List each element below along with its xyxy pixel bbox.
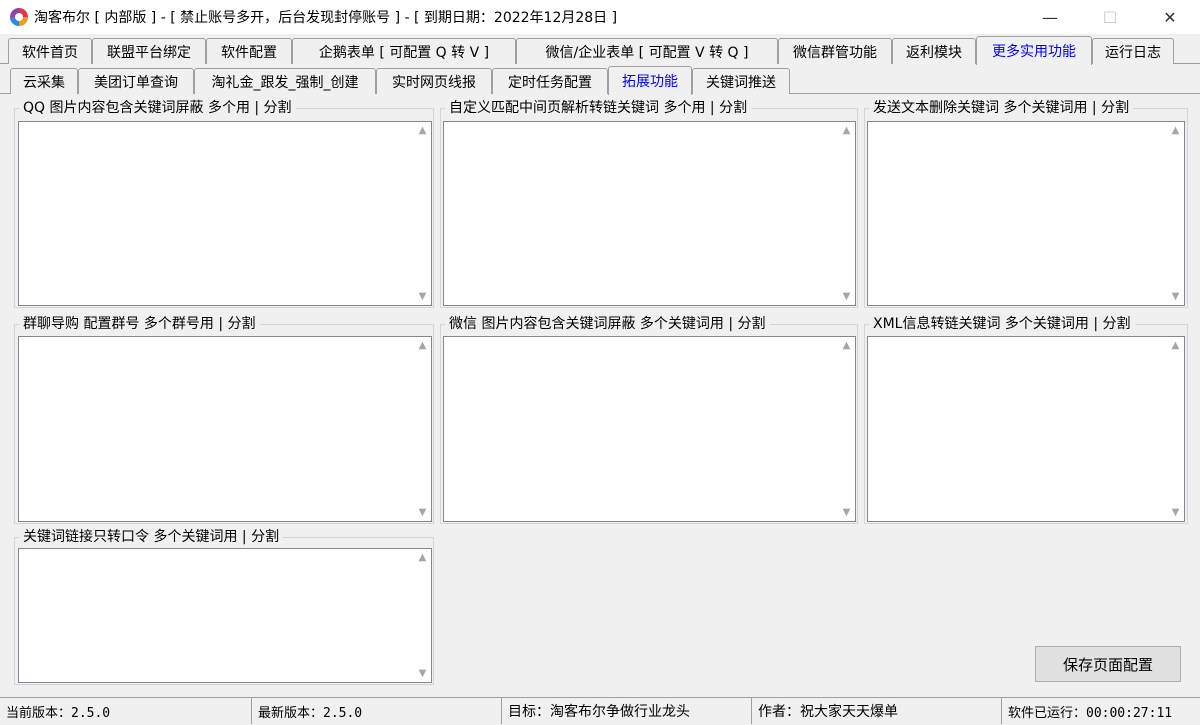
scroll-down-icon[interactable]: ▼ <box>838 504 855 521</box>
scroll-down-icon[interactable]: ▼ <box>414 288 431 305</box>
group-group-chat-numbers: 群聊导购 配置群号 多个群号用 | 分割 ▲ ▼ <box>14 316 434 524</box>
group-custom-parse-keywords: 自定义匹配中间页解析转链关键词 多个用 | 分割 ▲ ▼ <box>440 100 858 308</box>
goal-text: 目标：淘客布尔争做行业龙头 <box>502 698 752 724</box>
custom-parse-keywords-textarea[interactable]: ▲ ▼ <box>443 121 856 306</box>
wechat-image-keywords-textarea[interactable]: ▲ ▼ <box>443 336 856 522</box>
group-title: 群聊导购 配置群号 多个群号用 | 分割 <box>19 316 260 333</box>
scrollbar[interactable]: ▲ ▼ <box>414 122 431 305</box>
current-version: 当前版本：2.5.0 <box>0 698 252 724</box>
close-button[interactable]: ✕ <box>1140 0 1200 34</box>
link-only-token-textarea[interactable]: ▲ ▼ <box>18 548 432 683</box>
scroll-down-icon[interactable]: ▼ <box>1167 504 1184 521</box>
subtab-extensions[interactable]: 拓展功能 <box>608 66 692 95</box>
title-bar: 淘客布尔 [ 内部版 ] - [ 禁止账号多开，后台发现封停账号 ] - [ 到… <box>0 0 1200 34</box>
tab-home[interactable]: 软件首页 <box>8 38 92 64</box>
subtab-cloud-collect[interactable]: 云采集 <box>10 68 78 94</box>
tab-wechat-form[interactable]: 微信/企业表单 [ 可配置 V 转 Q ] <box>516 38 778 64</box>
scroll-down-icon[interactable]: ▼ <box>1167 288 1184 305</box>
tab-more-features[interactable]: 更多实用功能 <box>976 36 1092 65</box>
group-title: XML信息转链关键词 多个关键词用 | 分割 <box>869 316 1135 333</box>
group-title: 关键词链接只转口令 多个关键词用 | 分割 <box>19 529 284 546</box>
group-xml-link-keywords: XML信息转链关键词 多个关键词用 | 分割 ▲ ▼ <box>864 316 1188 524</box>
scroll-up-icon[interactable]: ▲ <box>414 122 431 139</box>
main-tab-bar: 软件首页 联盟平台绑定 软件配置 企鹅表单 [ 可配置 Q 转 V ] 微信/企… <box>0 36 1200 65</box>
scrollbar[interactable]: ▲ ▼ <box>414 337 431 521</box>
scroll-up-icon[interactable]: ▲ <box>1167 122 1184 139</box>
group-numbers-textarea[interactable]: ▲ ▼ <box>18 336 432 522</box>
group-title: 发送文本删除关键词 多个关键词用 | 分割 <box>869 100 1134 117</box>
subtab-meituan-orders[interactable]: 美团订单查询 <box>78 68 194 94</box>
group-link-only-token: 关键词链接只转口令 多个关键词用 | 分割 ▲ ▼ <box>14 529 434 685</box>
tab-software-config[interactable]: 软件配置 <box>206 38 292 64</box>
app-logo-icon <box>10 8 28 26</box>
scroll-down-icon[interactable]: ▼ <box>414 504 431 521</box>
subtab-keyword-push[interactable]: 关键词推送 <box>692 68 790 94</box>
scrollbar[interactable]: ▲ ▼ <box>838 337 855 521</box>
tab-run-log[interactable]: 运行日志 <box>1092 38 1174 64</box>
xml-link-keywords-textarea[interactable]: ▲ ▼ <box>867 336 1185 522</box>
sub-tab-bar: 云采集 美团订单查询 淘礼金_跟发_强制_创建 实时网页线报 定时任务配置 拓展… <box>0 66 1200 95</box>
subtab-scheduled-tasks[interactable]: 定时任务配置 <box>492 68 608 94</box>
scroll-down-icon[interactable]: ▼ <box>414 665 431 682</box>
tab-alliance-binding[interactable]: 联盟平台绑定 <box>92 38 206 64</box>
scroll-up-icon[interactable]: ▲ <box>838 122 855 139</box>
scrollbar[interactable]: ▲ ▼ <box>1167 122 1184 305</box>
scroll-up-icon[interactable]: ▲ <box>838 337 855 354</box>
group-title: 微信 图片内容包含关键词屏蔽 多个关键词用 | 分割 <box>445 316 770 333</box>
tab-qq-form[interactable]: 企鹅表单 [ 可配置 Q 转 V ] <box>292 38 516 64</box>
maximize-button[interactable]: ☐ <box>1080 0 1140 34</box>
latest-version: 最新版本：2.5.0 <box>252 698 502 724</box>
scroll-up-icon[interactable]: ▲ <box>414 549 431 566</box>
scrollbar[interactable]: ▲ ▼ <box>414 549 431 682</box>
delete-text-keywords-textarea[interactable]: ▲ ▼ <box>867 121 1185 306</box>
tab-rebate[interactable]: 返利模块 <box>892 38 976 64</box>
window-title: 淘客布尔 [ 内部版 ] - [ 禁止账号多开，后台发现封停账号 ] - [ 到… <box>34 10 618 26</box>
scroll-up-icon[interactable]: ▲ <box>1167 337 1184 354</box>
group-title: QQ 图片内容包含关键词屏蔽 多个用 | 分割 <box>19 100 296 117</box>
scroll-up-icon[interactable]: ▲ <box>414 337 431 354</box>
scrollbar[interactable]: ▲ ▼ <box>838 122 855 305</box>
group-title: 自定义匹配中间页解析转链关键词 多个用 | 分割 <box>445 100 752 117</box>
save-page-config-button[interactable]: 保存页面配置 <box>1035 646 1181 682</box>
group-wechat-image-block: 微信 图片内容包含关键词屏蔽 多个关键词用 | 分割 ▲ ▼ <box>440 316 858 524</box>
tab-wechat-group[interactable]: 微信群管功能 <box>778 38 892 64</box>
group-delete-text-keywords: 发送文本删除关键词 多个关键词用 | 分割 ▲ ▼ <box>864 100 1188 308</box>
subtab-realtime-web[interactable]: 实时网页线报 <box>376 68 492 94</box>
subtab-taolijin[interactable]: 淘礼金_跟发_强制_创建 <box>194 68 376 94</box>
scroll-down-icon[interactable]: ▼ <box>838 288 855 305</box>
runtime-text: 软件已运行：00:00:27:11 <box>1008 705 1173 721</box>
group-qq-image-block: QQ 图片内容包含关键词屏蔽 多个用 | 分割 ▲ ▼ <box>14 100 434 308</box>
author-text: 作者：祝大家天天爆单 <box>752 698 1002 724</box>
scrollbar[interactable]: ▲ ▼ <box>1167 337 1184 521</box>
minimize-button[interactable]: — <box>1020 0 1080 34</box>
qq-image-keywords-textarea[interactable]: ▲ ▼ <box>18 121 432 306</box>
status-bar: 当前版本：2.5.0 最新版本：2.5.0 目标：淘客布尔争做行业龙头 作者：祝… <box>0 697 1200 725</box>
